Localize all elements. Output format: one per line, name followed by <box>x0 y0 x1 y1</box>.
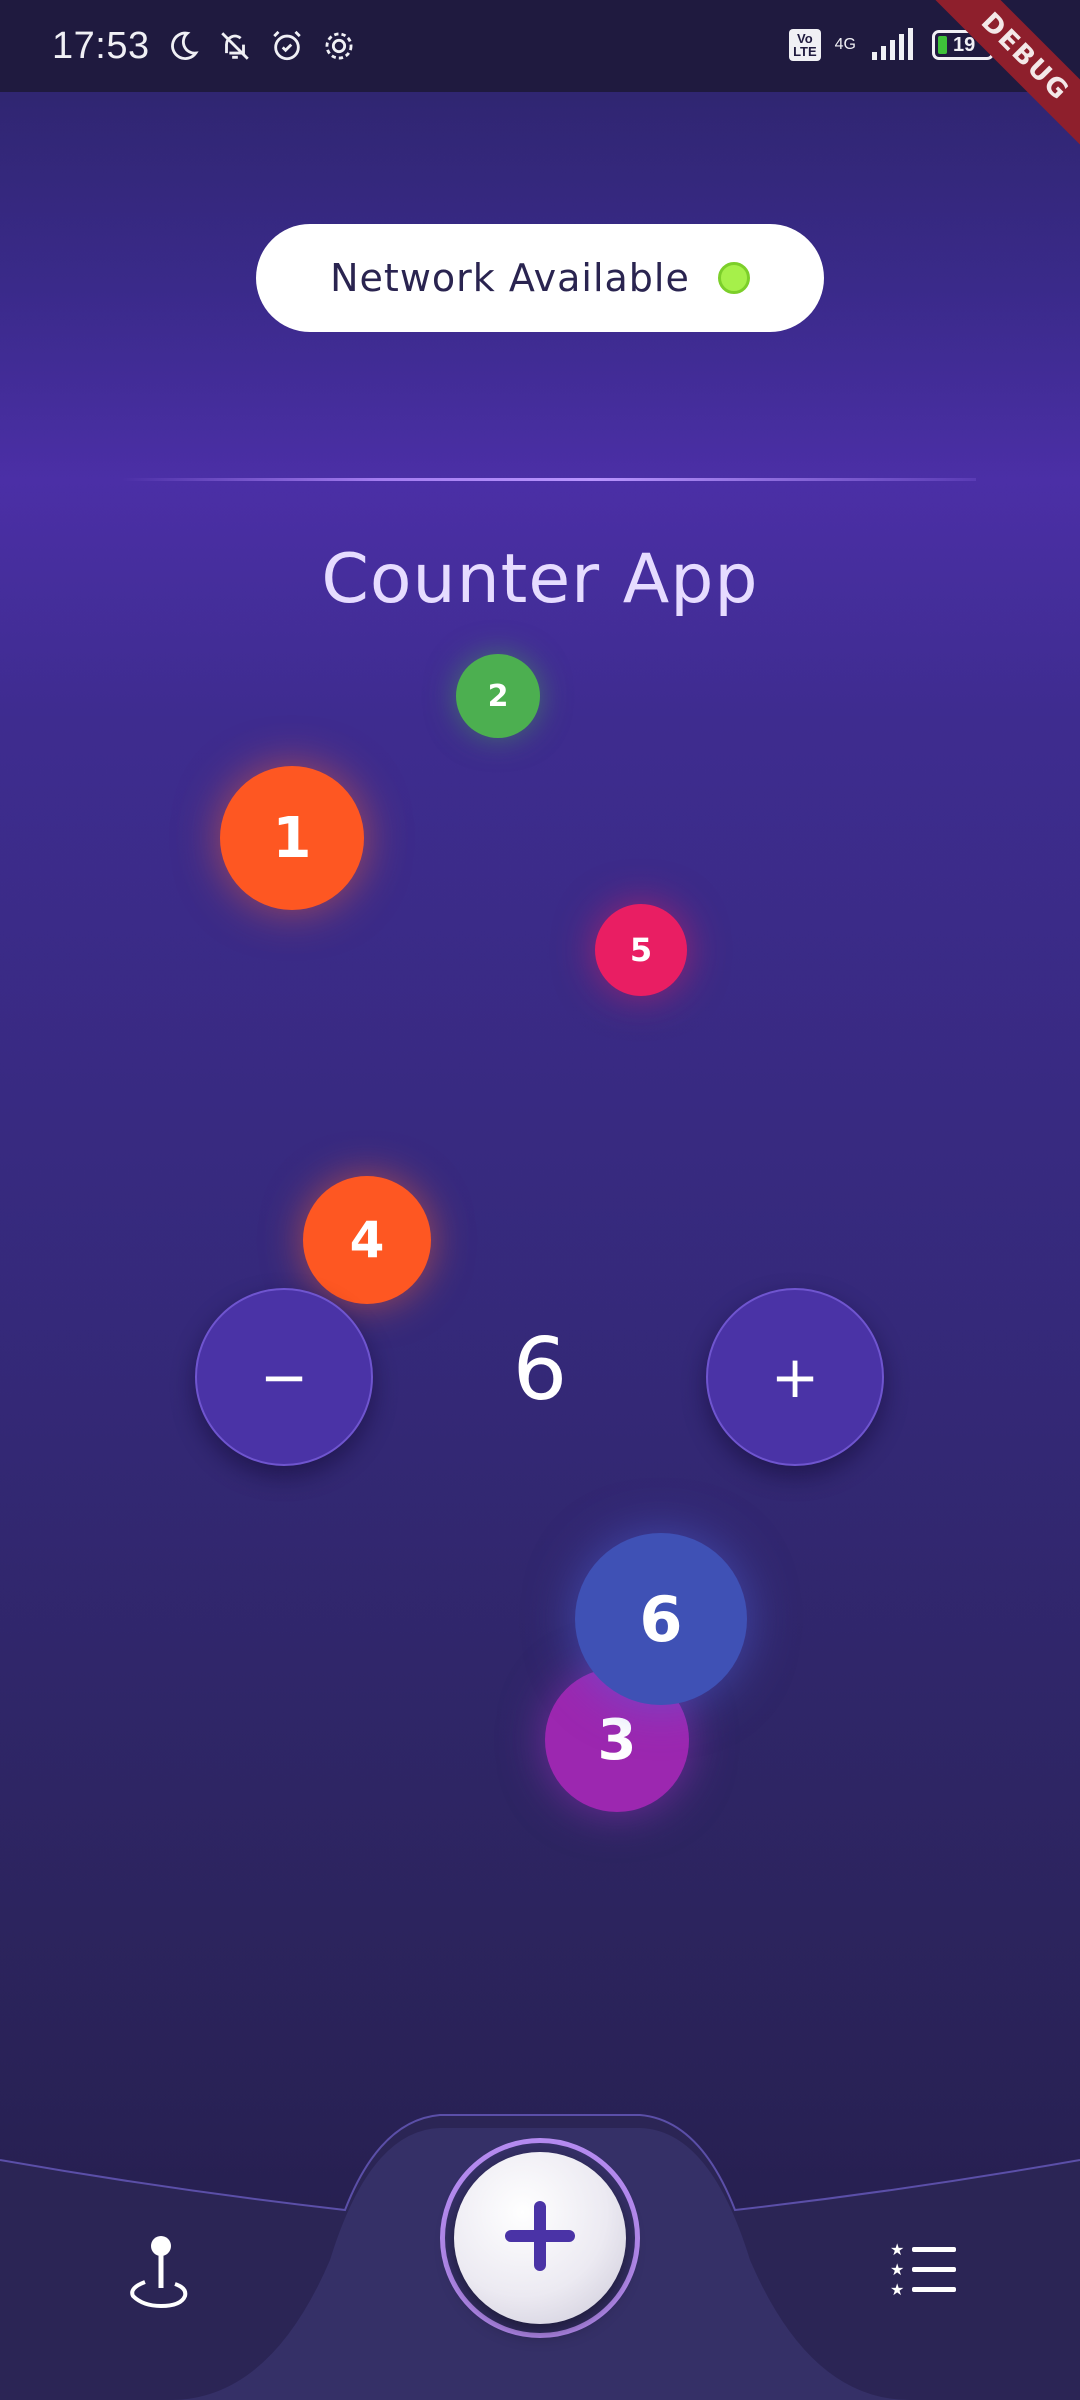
plus-icon <box>503 2199 577 2277</box>
svg-text:★: ★ <box>890 2260 904 2279</box>
decrement-button[interactable]: − <box>195 1288 373 1466</box>
svg-text:★: ★ <box>890 2241 904 2259</box>
network-status-label: Network Available <box>330 256 690 300</box>
svg-text:★: ★ <box>890 2280 904 2297</box>
signal-icon <box>870 26 918 64</box>
network-status-dot <box>717 262 750 294</box>
map-pin-button[interactable] <box>118 2232 198 2312</box>
alarm-icon <box>268 27 306 65</box>
settings-icon <box>320 27 358 65</box>
bubble-1: 1 <box>220 766 364 910</box>
add-fab-ring <box>440 2138 640 2338</box>
network-status-pill: Network Available <box>256 224 824 332</box>
volte-badge: Vo LTE <box>789 29 821 61</box>
bubble-4: 4 <box>303 1176 431 1304</box>
map-pin-icon <box>123 2232 193 2312</box>
starred-list-button[interactable]: ★ ★ ★ <box>884 2236 964 2306</box>
status-bar: 17:53 Vo LTE 4G 19 <box>0 0 1080 92</box>
page-title: Counter App <box>321 540 759 619</box>
status-time: 17:53 <box>52 24 150 67</box>
add-button[interactable] <box>454 2152 626 2324</box>
bubble-5: 5 <box>595 904 687 996</box>
divider <box>122 478 976 481</box>
status-icons-left <box>164 27 358 65</box>
bubble-2: 2 <box>456 654 540 738</box>
bubble-6: 6 <box>575 1533 747 1705</box>
starred-list-icon: ★ ★ ★ <box>890 2240 958 2301</box>
bell-off-icon <box>216 27 254 65</box>
moon-icon <box>164 27 202 65</box>
counter-value: 6 <box>512 1320 568 1420</box>
network-type: 4G <box>834 36 856 53</box>
increment-button[interactable]: + <box>706 1288 884 1466</box>
status-right: Vo LTE 4G 19 <box>789 26 994 64</box>
